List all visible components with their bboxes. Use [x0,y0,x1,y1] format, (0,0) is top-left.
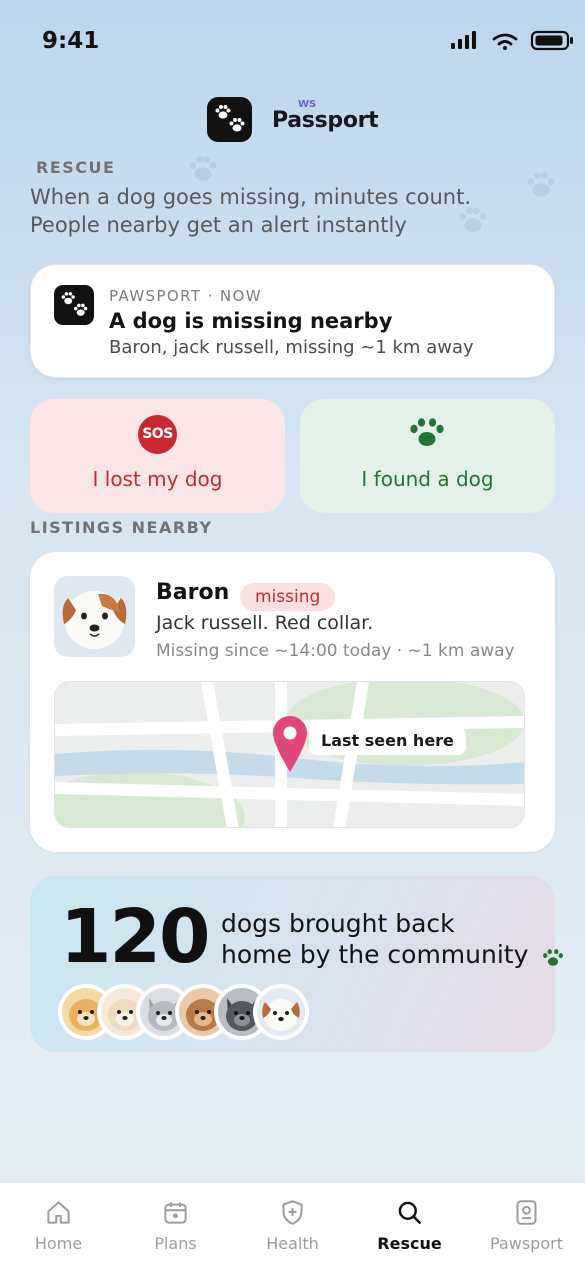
lost-dog-button[interactable]: SOS I lost my dog [30,399,285,513]
notification-app-icon [54,285,94,325]
tab-plans[interactable]: Plans [117,1183,234,1266]
map-label: Last seen here [309,727,466,755]
tab-health[interactable]: Health [234,1183,351,1266]
id-badge-icon [516,1200,537,1225]
background-paw-icon [189,156,217,181]
dog-face-icon [62,591,127,649]
app-name-superscript: WS [298,99,317,110]
location-pin-icon [273,716,307,772]
tab-label: Plans [154,1234,197,1253]
paw-logo-icon [215,105,245,132]
tab-label: Home [34,1234,83,1253]
notification-title: A dog is missing nearby [109,309,393,333]
section-title: RESCUE [36,158,116,177]
notification-body: Baron, jack russell, missing ~1 km away [109,337,474,358]
sos-icon: SOS [138,415,177,454]
paw-logo-icon [61,292,88,316]
tab-label: Rescue [377,1234,442,1253]
tab-pawsport[interactable]: Pawsport [468,1183,585,1266]
status-badge: missing [240,583,336,611]
rescued-count: 120 [60,894,210,980]
search-icon [398,1201,421,1224]
listing-card[interactable]: Baron missing Jack russell. Red collar. … [30,552,555,852]
tab-rescue[interactable]: Rescue [351,1183,468,1266]
dog-avatar [54,576,135,657]
community-stats-card: 120 dogs brought back home by the commun… [30,876,563,1052]
found-dog-label: I found a dog [361,467,494,491]
alert-notification[interactable]: PAWSPORT · NOW A dog is missing nearby B… [30,264,555,378]
tab-label: Pawsport [490,1234,563,1253]
dog-description: Jack russell. Red collar. [156,612,374,634]
tab-bar: Home Plans Health Rescue Pawsport [0,1182,585,1266]
battery-icon [530,30,573,51]
app-logo [207,97,252,142]
listings-title: LISTINGS NEARBY [30,518,213,537]
home-icon [47,1201,70,1224]
rescued-label: dogs brought back home by the community [221,908,528,970]
found-dog-button[interactable]: I found a dog [300,399,555,513]
dog-missing-meta: Missing since ~14:00 today · ~1 km away [156,641,515,661]
dog-avatar [253,984,309,1040]
rescued-dogs-avatars [58,984,318,1042]
intro-line-2: People nearby get an alert instantly [30,213,407,237]
signal-icon [451,31,476,49]
last-seen-map[interactable]: Last seen here [54,681,525,828]
status-icons [451,30,573,51]
status-time: 9:41 [42,28,100,54]
paw-icon [543,949,563,966]
rescued-label-line-2: home by the community [221,940,529,969]
status-bar: 9:41 [0,0,585,80]
tab-home[interactable]: Home [0,1183,117,1266]
notification-app-name: PAWSPORT · NOW [109,287,262,305]
rescued-label-line-1: dogs brought back [221,909,455,938]
dog-name: Baron [156,580,230,605]
calendar-icon [164,1202,187,1224]
intro-line-1: When a dog goes missing, minutes count. [30,185,472,209]
paw-icon [410,418,444,446]
shield-plus-icon [282,1200,303,1225]
lost-dog-label: I lost my dog [92,467,223,491]
tab-label: Health [266,1234,319,1253]
wifi-icon [492,33,518,46]
intro-text: When a dog goes missing, minutes count. … [30,183,550,239]
app-name: Passport [272,108,379,133]
